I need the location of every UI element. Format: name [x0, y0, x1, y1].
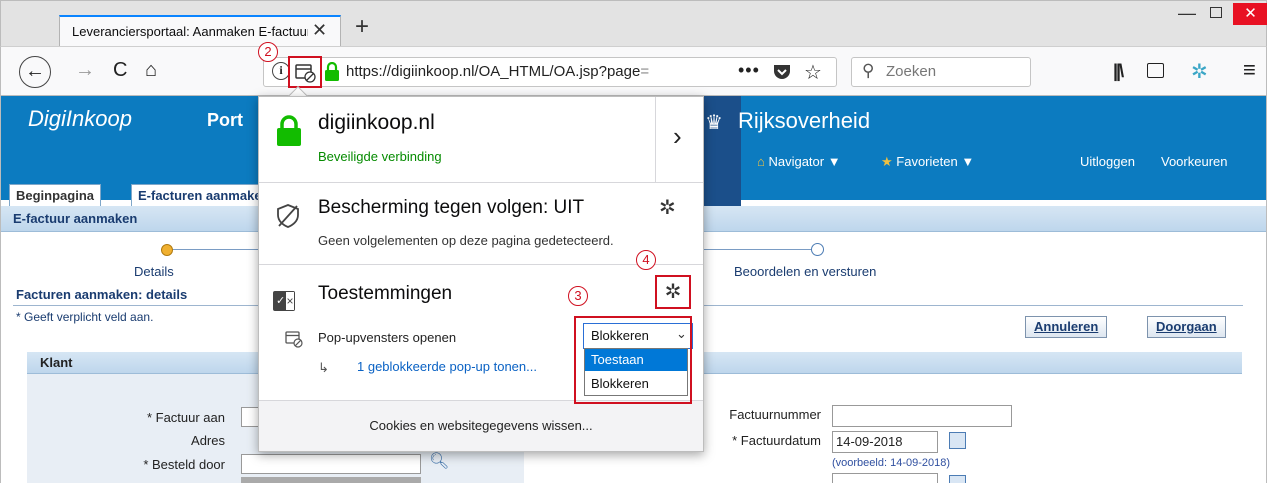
cookies-section: Cookies en websitegegevens wissen...	[259, 401, 703, 451]
lock-icon	[325, 62, 339, 81]
site-host: digiinkoop.nl	[318, 111, 435, 134]
permissions-title: Toestemmingen	[318, 283, 453, 304]
identity-section: digiinkoop.nl Beveiligde verbinding ›	[259, 97, 703, 183]
lock-icon	[277, 115, 301, 146]
star-icon[interactable]: ☆	[804, 60, 822, 85]
calendar-icon[interactable]	[949, 432, 966, 449]
option-toestaan[interactable]: Toestaan	[585, 349, 687, 371]
tab-e-facturen[interactable]: E-facturen aanmaken	[131, 184, 271, 206]
browser-tab[interactable]: Leveranciersportaal: Aanmaken E-factuur …	[59, 15, 341, 48]
tracking-description: Geen volgelementen op deze pagina gedete…	[318, 233, 614, 248]
popup-blocked-icon	[285, 331, 303, 348]
portal-title: Port	[207, 110, 243, 130]
gear-icon[interactable]: ✲	[655, 275, 691, 309]
tracking-section: Bescherming tegen volgen: UIT ✲ Geen vol…	[259, 183, 703, 265]
tab-beginpagina[interactable]: Beginpagina	[9, 184, 102, 206]
continue-button[interactable]: Doorgaan	[1147, 316, 1226, 338]
highlight-box-permission-icon	[288, 56, 322, 88]
rijksoverheid-title: Rijksoverheid	[738, 108, 871, 133]
tracking-protection-icon	[277, 204, 299, 228]
train-step-current	[161, 244, 173, 256]
extension-icon[interactable]: ✲	[1191, 59, 1208, 84]
back-icon[interactable]: ←	[19, 56, 51, 88]
library-icon[interactable]: ||\	[1113, 61, 1124, 82]
secure-connection-label: Beveiligde verbinding	[318, 149, 442, 164]
pocket-icon[interactable]	[772, 63, 792, 81]
calendar-icon[interactable]	[949, 475, 966, 483]
house-icon: ⌂	[757, 154, 769, 169]
train-label-review: Beoordelen en versturen	[734, 264, 877, 279]
factuurnummer-input[interactable]	[832, 405, 1012, 427]
tab-close-icon[interactable]: ✕	[312, 20, 327, 41]
nav-favorieten-label: Favorieten ▼	[896, 154, 975, 169]
forward-icon[interactable]: →	[75, 59, 95, 82]
maximize-icon[interactable]	[1210, 7, 1222, 18]
required-note: * Geeft verplicht veld aan.	[16, 310, 154, 324]
tab-title: Leveranciersportaal: Aanmaken E-factuur	[72, 24, 308, 39]
tracking-title: Bescherming tegen volgen: UIT	[318, 197, 585, 218]
url-main: https://digiinkoop.nl/OA_HTML/OA.jsp?pag…	[346, 63, 641, 80]
search-bar[interactable]: ⚲ Zoeken	[851, 57, 1031, 87]
search-icon: ⚲	[862, 61, 875, 80]
field-below	[241, 477, 421, 483]
next-date-input[interactable]	[832, 473, 938, 483]
popup-permission-label: Pop-upvensters openen	[318, 330, 457, 345]
train-label-details: Details	[134, 264, 174, 279]
search-placeholder: Zoeken	[886, 63, 937, 80]
url-bar[interactable]: i https://digiinkoop.nl/OA_HTML/OA.jsp?p…	[263, 56, 837, 88]
step-marker-2: 2	[258, 42, 278, 62]
step-marker-3: 3	[568, 286, 588, 306]
nav-favorieten[interactable]: ★ Favorieten ▼	[881, 154, 974, 170]
factuurdatum-input[interactable]: 14-09-2018	[832, 431, 938, 453]
logout-link[interactable]: Uitloggen	[1080, 154, 1135, 169]
step-marker-4: 4	[636, 250, 656, 270]
nav-navigator[interactable]: ⌂ Navigator ▼	[757, 154, 841, 169]
label-besteld-door: * Besteld door	[143, 457, 225, 472]
besteld-door-input[interactable]	[241, 454, 421, 474]
section-title: E-factuur aanmaken	[13, 211, 138, 226]
minimize-icon[interactable]: —	[1178, 3, 1196, 24]
new-tab-button[interactable]: +	[355, 13, 369, 41]
return-arrow-icon: ↳	[318, 360, 329, 375]
crest-icon: ♛	[705, 112, 723, 134]
window-close-icon[interactable]: ✕	[1233, 3, 1267, 25]
favorites-icon: ★	[881, 154, 897, 169]
date-example: (voorbeeld: 14-09-2018)	[832, 457, 951, 469]
cancel-button[interactable]: Annuleren	[1025, 316, 1108, 338]
option-blokkeren[interactable]: Blokkeren	[585, 373, 687, 395]
page-actions-icon[interactable]: •••	[738, 60, 760, 81]
reload-icon[interactable]: C	[113, 59, 127, 82]
popup-permission-options: Toestaan Blokkeren	[584, 348, 688, 396]
clear-cookies-button[interactable]: Cookies en websitegegevens wissen...	[259, 401, 703, 451]
sidebar-icon[interactable]	[1147, 63, 1164, 78]
gear-icon[interactable]: ✲	[659, 195, 676, 220]
preferences-link[interactable]: Voorkeuren	[1161, 154, 1228, 169]
menu-icon[interactable]: ≡	[1243, 57, 1256, 83]
sub-title: Facturen aanmaken: details	[16, 287, 188, 302]
klant-title: Klant	[40, 355, 73, 370]
nav-navigator-label: Navigator ▼	[768, 154, 841, 169]
label-factuur-aan: * Factuur aan	[146, 410, 225, 425]
label-adres: Adres	[191, 433, 225, 448]
lookup-icon[interactable]: 🔍︎	[429, 451, 449, 471]
divider	[655, 97, 656, 183]
url-fade: =	[640, 63, 650, 80]
permissions-icon: ✓ ×	[273, 291, 295, 311]
brand-logo: DigiInkoop	[28, 106, 132, 131]
permission-blocked-icon[interactable]	[290, 58, 320, 86]
home-icon[interactable]: ⌂	[145, 59, 157, 82]
navigation-toolbar: ← → C ⌂ i https://digiinkoop.nl/OA_HTML/…	[0, 46, 1267, 96]
url-text[interactable]: https://digiinkoop.nl/OA_HTML/OA.jsp?pag…	[346, 63, 712, 80]
tab-bar: Leveranciersportaal: Aanmaken E-factuur …	[0, 0, 1267, 48]
chevron-right-icon[interactable]: ›	[673, 121, 682, 152]
show-blocked-popup-link[interactable]: 1 geblokkeerde pop-up tonen...	[357, 359, 537, 374]
train-step-next	[811, 243, 824, 256]
